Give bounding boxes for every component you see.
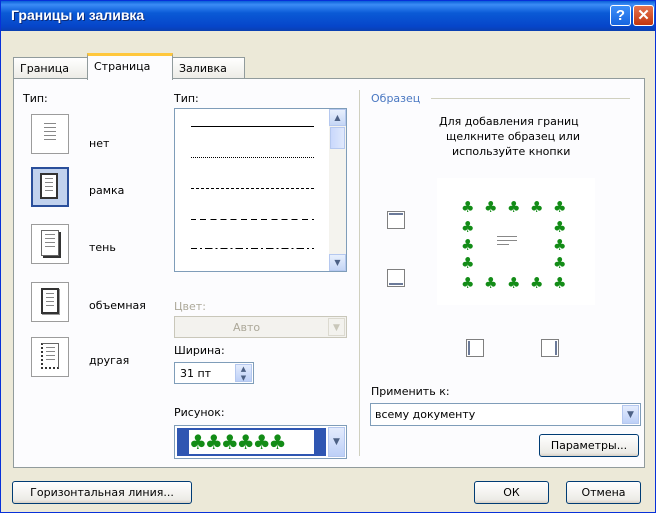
top-border-button[interactable] — [387, 211, 405, 229]
tree-art-icon: ♣ — [484, 274, 498, 292]
setting-box-button[interactable] — [31, 167, 69, 207]
tree-art-icon: ♣ — [461, 218, 475, 236]
preview-text-lines — [497, 236, 517, 246]
line-style-scrollbar[interactable]: ▲ ▼ — [329, 109, 346, 271]
tree-art-icon: ♣ — [507, 274, 521, 292]
chevron-down-icon[interactable]: ▼ — [622, 405, 639, 424]
line-style-solid[interactable] — [191, 126, 314, 127]
color-value: Авто — [233, 321, 261, 334]
bottom-border-button[interactable] — [387, 269, 405, 287]
preview-hint-1: Для добавления границ — [439, 115, 579, 128]
setting-label: Тип: — [23, 92, 48, 105]
cancel-button[interactable]: Отмена — [566, 481, 641, 504]
preview-label: Образец — [371, 92, 421, 105]
width-value: 31 пт — [180, 367, 212, 380]
setting-3d-button[interactable] — [31, 282, 69, 322]
window-title: Границы и заливка — [11, 7, 145, 23]
setting-3d-label: объемная — [89, 299, 146, 312]
style-label: Тип: — [174, 92, 199, 105]
question-icon: ? — [615, 7, 626, 24]
width-spinner[interactable]: 31 пт ▲ ▼ — [174, 362, 254, 384]
line-style-dash-dot[interactable] — [191, 248, 314, 249]
close-icon: ✕ — [637, 7, 650, 24]
tree-art-icon: ♣ — [461, 274, 475, 292]
page-box-icon — [40, 173, 58, 199]
arrow-down-icon[interactable]: ▼ — [329, 254, 346, 271]
color-select[interactable]: Авто ▼ — [174, 316, 347, 338]
tree-art-icon: ♣ — [461, 236, 475, 254]
options-button[interactable]: Параметры... — [539, 434, 639, 457]
tree-art-icon: ♣ — [507, 198, 521, 216]
page-shadow-icon — [41, 230, 59, 256]
tree-art-icon: ♣ — [461, 254, 475, 272]
tree-art-icon: ♣ — [553, 236, 567, 254]
preview-page[interactable]: ♣ ♣ ♣ ♣ ♣ ♣ ♣ ♣ ♣ ♣ ♣ ♣ ♣ ♣ ♣ ♣ — [437, 178, 595, 305]
line-style-dotted[interactable] — [191, 157, 314, 158]
spin-updown-icon[interactable]: ▲ ▼ — [235, 364, 252, 382]
tree-art-icon: ♣ — [553, 198, 567, 216]
setting-none-label: нет — [89, 137, 110, 150]
line-style-list[interactable]: ▲ ▼ — [174, 108, 347, 272]
tree-art-icon: ♣ — [553, 254, 567, 272]
left-border-button[interactable] — [466, 339, 484, 357]
page-custom-icon — [41, 343, 59, 369]
tree-art-icon: ♣ — [553, 218, 567, 236]
art-preview: ♣♣♣♣♣♣ — [177, 428, 326, 456]
tab-shading[interactable]: Заливка — [172, 57, 245, 79]
preview-group-line — [431, 98, 630, 99]
page-icon — [41, 120, 59, 146]
art-label: Рисунок: — [174, 406, 225, 419]
tree-art-icon: ♣ — [530, 274, 544, 292]
tree-art-icon: ♣ — [553, 274, 567, 292]
ok-button[interactable]: ОК — [474, 481, 549, 504]
chevron-down-icon[interactable]: ▼ — [328, 318, 345, 336]
setting-custom-label: другая — [89, 354, 130, 367]
setting-shadow-label: тень — [89, 241, 116, 254]
chevron-down-icon[interactable]: ▼ — [328, 427, 345, 457]
apply-to-select[interactable]: всему документу ▼ — [370, 403, 641, 426]
width-label: Ширина: — [174, 344, 225, 357]
horizontal-line-button[interactable]: Горизонтальная линия... — [12, 481, 192, 504]
right-border-button[interactable] — [541, 339, 559, 357]
setting-shadow-button[interactable] — [31, 224, 69, 264]
tree-art-icon: ♣ — [461, 198, 475, 216]
tree-art-strip: ♣♣♣♣♣♣ — [189, 430, 314, 454]
tab-page-border[interactable]: Страница — [87, 53, 173, 80]
setting-box-label: рамка — [89, 184, 125, 197]
preview-hint-3: используйте кнопки — [452, 145, 571, 158]
tree-art-icon: ♣ — [484, 198, 498, 216]
title-bar[interactable]: Границы и заливка ? ✕ — [1, 1, 655, 31]
apply-to-value: всему документу — [375, 408, 476, 421]
arrow-up-icon[interactable]: ▲ — [329, 109, 346, 126]
art-select[interactable]: ♣♣♣♣♣♣ ▼ — [174, 425, 347, 459]
dialog-window: Границы и заливка ? ✕ Граница Страница З… — [0, 0, 656, 513]
preview-hint-2: щелкните образец или — [446, 130, 580, 143]
scroll-thumb[interactable] — [330, 127, 345, 149]
page-3d-icon — [41, 288, 59, 314]
close-button[interactable]: ✕ — [633, 5, 654, 26]
setting-custom-button[interactable] — [31, 337, 69, 377]
line-style-dashed-fine[interactable] — [191, 188, 314, 189]
color-label: Цвет: — [174, 300, 206, 313]
help-button[interactable]: ? — [610, 5, 631, 26]
line-style-dashed[interactable] — [191, 219, 314, 220]
group-divider — [359, 90, 360, 456]
tree-art-icon: ♣ — [530, 198, 544, 216]
setting-none-button[interactable] — [31, 114, 69, 154]
apply-to-label: Применить к: — [371, 385, 450, 398]
tab-border[interactable]: Граница — [13, 57, 88, 79]
